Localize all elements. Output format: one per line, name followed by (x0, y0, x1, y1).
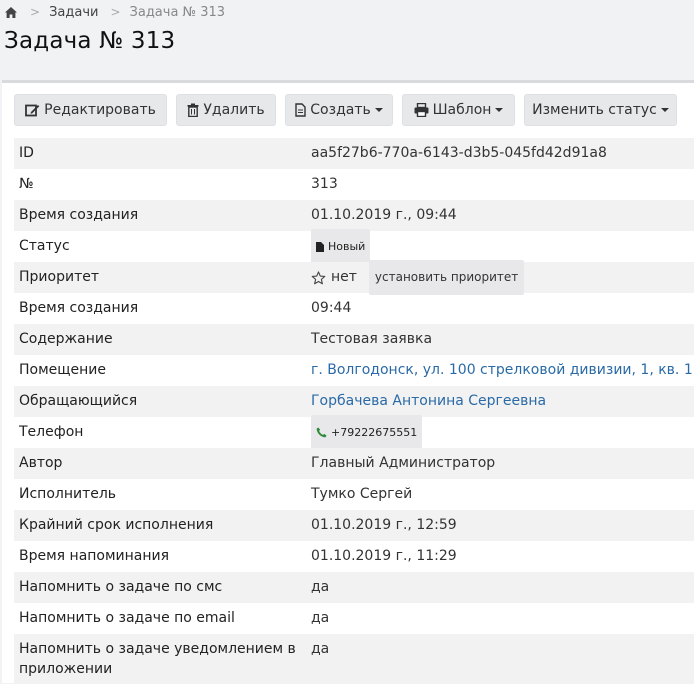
phone-icon (316, 427, 327, 438)
detail-row-id: ID aa5f27b6-770a-6143-d3b5-045fd42d91a8 (14, 138, 694, 169)
detail-row-phone: Телефон +79222675551 (14, 415, 694, 450)
detail-row-remind-email: Напомнить о задаче по email да (14, 603, 694, 634)
detail-row-status: Статус Новый (14, 229, 694, 264)
page-title: Задача № 313 (4, 28, 176, 54)
print-icon (414, 103, 429, 117)
chevron-down-icon (660, 108, 669, 112)
breadcrumb-link-tasks[interactable]: Задачи (49, 5, 98, 20)
detail-label: Напомнить о задаче уведомлением в прилож… (19, 641, 296, 677)
toolbar: Редактировать Удалить Создать Шаблон Изм… (14, 94, 677, 126)
detail-label: Время создания (19, 207, 139, 223)
detail-value: 313 (311, 176, 338, 192)
detail-row-priority: Приоритет нет установить приоритет (14, 260, 694, 295)
detail-row-content: Содержание Тестовая заявка (14, 324, 694, 355)
detail-value: 01.10.2019 г., 12:59 (311, 517, 457, 533)
detail-value: да (311, 641, 330, 657)
change-status-dropdown-button[interactable]: Изменить статус (524, 94, 677, 126)
breadcrumb-separator: > (30, 5, 41, 19)
detail-row-deadline: Крайний срок исполнения 01.10.2019 г., 1… (14, 510, 694, 541)
detail-value: aa5f27b6-770a-6143-d3b5-045fd42d91a8 (311, 145, 607, 161)
detail-value: Тестовая заявка (311, 331, 433, 347)
detail-value: да (311, 610, 330, 626)
template-dropdown-button[interactable]: Шаблон (402, 94, 515, 126)
detail-row-created-time: Время создания 01.10.2019 г., 09:44 (14, 200, 694, 231)
edit-button[interactable]: Редактировать (14, 94, 167, 126)
chevron-down-icon (374, 108, 383, 112)
detail-row-reminder-time: Время напоминания 01.10.2019 г., 11:29 (14, 541, 694, 572)
detail-label: Телефон (19, 424, 84, 440)
star-icon (311, 270, 326, 284)
detail-row-applicant: Обращающийся Горбачева Антонина Сергеевн… (14, 386, 694, 417)
details-table: ID aa5f27b6-770a-6143-d3b5-045fd42d91a8 … (14, 138, 694, 684)
detail-label: Статус (19, 238, 70, 254)
detail-label: № (19, 176, 34, 192)
home-icon[interactable] (4, 6, 18, 19)
breadcrumb-current: Задача № 313 (129, 4, 226, 20)
detail-value: +79222675551 (311, 415, 423, 450)
detail-value: Новый (311, 229, 371, 264)
detail-label: Напомнить о задаче по email (19, 610, 235, 626)
detail-row-remind-app: Напомнить о задаче уведомлением в прилож… (14, 634, 694, 684)
detail-value: 01.10.2019 г., 11:29 (311, 548, 457, 564)
detail-row-executor: Исполнитель Тумко Сергей (14, 479, 694, 510)
phone-badge[interactable]: +79222675551 (311, 415, 423, 450)
detail-label: Исполнитель (19, 486, 117, 502)
detail-label: Помещение (19, 362, 106, 378)
detail-row-premises: Помещение г. Волгодонск, ул. 100 стрелко… (14, 355, 694, 386)
delete-button-label: Удалить (203, 102, 265, 118)
create-button-label: Создать (310, 102, 371, 118)
detail-value: Тумко Сергей (311, 486, 413, 502)
detail-value: нет установить приоритет (311, 260, 525, 295)
detail-label: Обращающийся (19, 393, 138, 409)
detail-value: Горбачева Антонина Сергеевна (311, 386, 546, 417)
detail-label: ID (19, 145, 34, 161)
edit-button-label: Редактировать (44, 102, 156, 118)
task-panel: Редактировать Удалить Создать Шаблон Изм… (2, 80, 694, 684)
status-badge: Новый (311, 229, 371, 264)
detail-value: 09:44 (311, 300, 352, 316)
detail-row-number: № 313 (14, 169, 694, 200)
document-icon (295, 103, 306, 117)
detail-label: Время напоминания (19, 548, 170, 564)
detail-row-remind-sms: Напомнить о задаче по смс да (14, 572, 694, 603)
applicant-link[interactable]: Горбачева Антонина Сергеевна (311, 386, 546, 417)
detail-label: Крайний срок исполнения (19, 517, 214, 533)
set-priority-button[interactable]: установить приоритет (368, 260, 525, 295)
detail-row-created-time-2: Время создания 09:44 (14, 293, 694, 324)
trash-icon (187, 103, 199, 117)
template-button-label: Шаблон (432, 102, 492, 118)
premises-link[interactable]: г. Волгодонск, ул. 100 стрелковой дивизи… (311, 355, 693, 386)
detail-label: Приоритет (19, 269, 99, 285)
delete-button[interactable]: Удалить (176, 94, 276, 126)
edit-icon (25, 104, 40, 117)
phone-number: +79222675551 (331, 426, 418, 439)
create-dropdown-button[interactable]: Создать (285, 94, 393, 126)
detail-value: да (311, 579, 330, 595)
status-badge-label: Новый (328, 240, 366, 253)
chevron-down-icon (495, 108, 504, 112)
breadcrumb: > Задачи > Задача № 313 (4, 3, 225, 21)
detail-label: Время создания (19, 300, 139, 316)
detail-value: Главный Администратор (311, 455, 496, 471)
priority-value: нет (331, 269, 357, 285)
detail-label: Автор (19, 455, 63, 471)
detail-value: 01.10.2019 г., 09:44 (311, 207, 457, 223)
detail-label: Содержание (19, 331, 113, 347)
detail-value: г. Волгодонск, ул. 100 стрелковой дивизи… (311, 355, 693, 386)
detail-row-author: Автор Главный Администратор (14, 448, 694, 479)
breadcrumb-separator: > (110, 5, 121, 19)
detail-label: Напомнить о задаче по смс (19, 579, 223, 595)
file-icon (316, 241, 324, 252)
change-status-button-label: Изменить статус (532, 102, 657, 118)
